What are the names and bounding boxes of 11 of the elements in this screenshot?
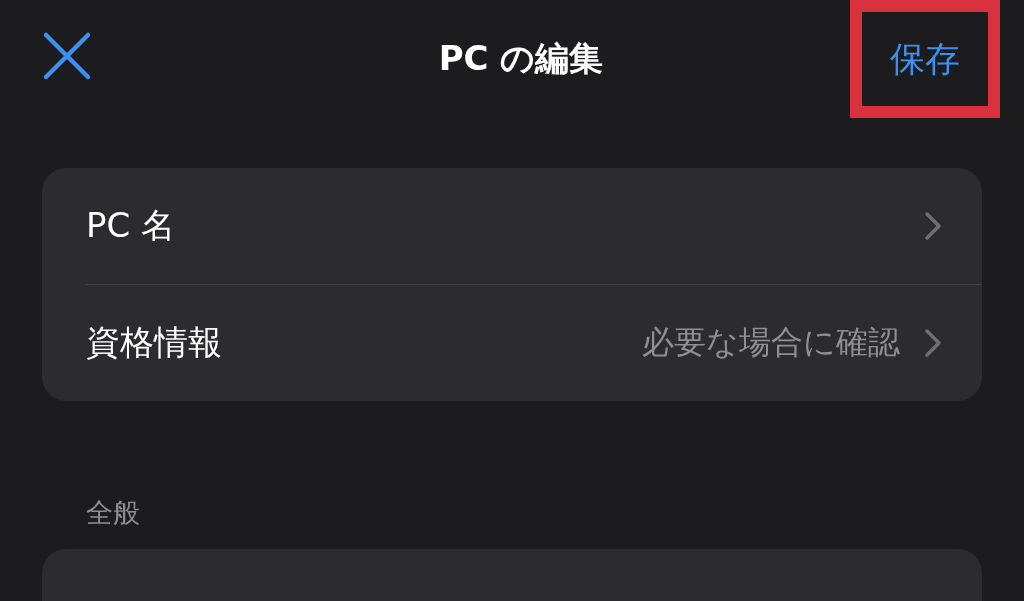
setting-value: 必要な場合に確認 xyxy=(642,322,900,363)
section-header: 全般 xyxy=(86,496,141,530)
chevron-right-icon xyxy=(924,328,942,358)
save-button[interactable]: 保存 xyxy=(850,0,1000,118)
chevron-right-icon xyxy=(924,211,942,241)
settings-row[interactable]: 資格情報 必要な場合に確認 xyxy=(86,284,982,401)
screen-title: PC の編集 xyxy=(438,37,604,80)
setting-label: 資格情報 xyxy=(86,321,223,364)
setting-label: PC 名 xyxy=(86,204,177,247)
settings-row[interactable]: PC 名 xyxy=(86,168,982,284)
close-icon xyxy=(42,31,92,81)
